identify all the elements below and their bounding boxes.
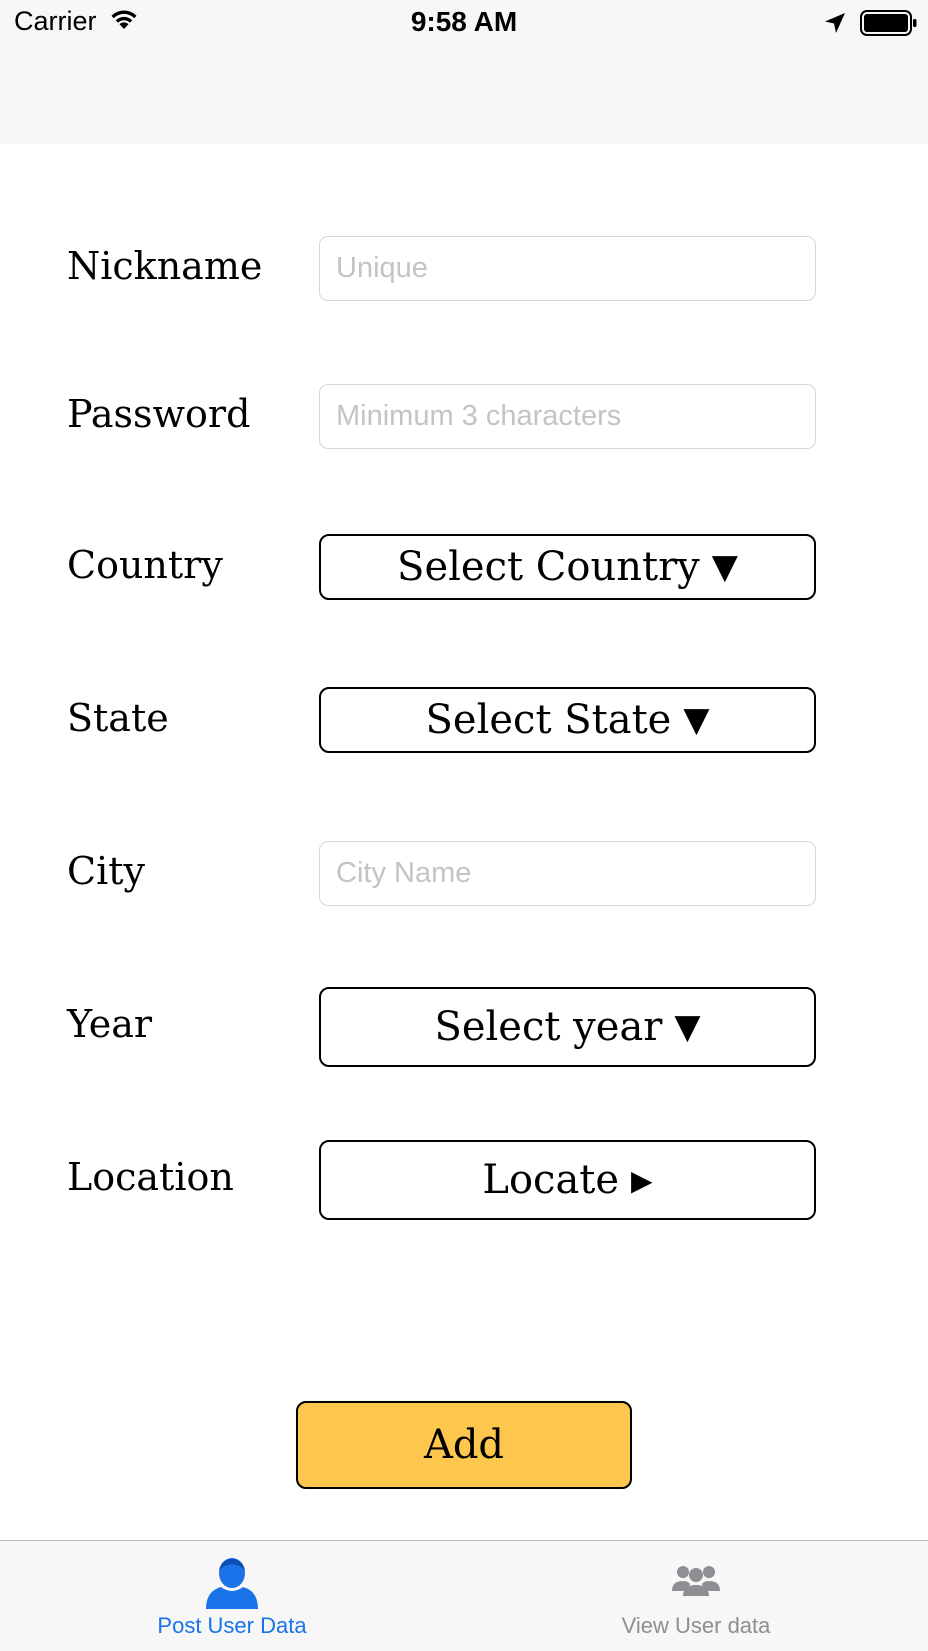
select-country-label: Select Country: [397, 544, 700, 590]
caret-down-icon: ▼: [683, 700, 710, 740]
select-state-label: Select State: [425, 697, 672, 743]
locate-label: Locate: [482, 1157, 620, 1203]
password-label: Password: [67, 392, 251, 436]
battery-icon: [860, 10, 918, 41]
year-label: Year: [67, 1002, 153, 1046]
location-arrow-icon: [824, 12, 846, 39]
navigation-bar: Carrier 9:58 AM: [0, 0, 928, 144]
user-icon: [0, 1553, 464, 1611]
select-year-label: Select year: [434, 1004, 663, 1050]
tab-view-user-data[interactable]: View User data: [464, 1541, 928, 1651]
status-time: 9:58 AM: [410, 6, 518, 37]
screen: Carrier 9:58 AM Nickname Unique Password…: [0, 0, 928, 1651]
select-country-button[interactable]: Select Country ▼: [319, 534, 816, 600]
tab-bar: Post User Data View User data: [0, 1540, 928, 1651]
select-year-button[interactable]: Select year ▼: [319, 987, 816, 1067]
state-label: State: [67, 696, 169, 740]
status-right: [824, 10, 918, 41]
users-group-icon: [464, 1563, 928, 1597]
country-label: Country: [67, 543, 223, 587]
caret-down-icon: ▼: [711, 547, 738, 587]
location-label: Location: [67, 1155, 234, 1199]
city-input[interactable]: [319, 841, 816, 906]
add-button[interactable]: Add: [296, 1401, 632, 1489]
locate-button[interactable]: Locate ▶: [319, 1140, 816, 1220]
city-label: City: [67, 849, 145, 893]
add-button-label: Add: [423, 1422, 505, 1468]
tab-post-user-data-label: Post User Data: [157, 1613, 307, 1638]
play-arrow-icon: ▶: [631, 1163, 653, 1197]
caret-down-icon: ▼: [674, 1007, 701, 1047]
nickname-label: Nickname: [67, 244, 263, 288]
tab-view-user-data-label: View User data: [621, 1613, 771, 1638]
nickname-input[interactable]: [319, 236, 816, 301]
password-input[interactable]: [319, 384, 816, 449]
select-state-button[interactable]: Select State ▼: [319, 687, 816, 753]
tab-post-user-data[interactable]: Post User Data: [0, 1541, 464, 1651]
